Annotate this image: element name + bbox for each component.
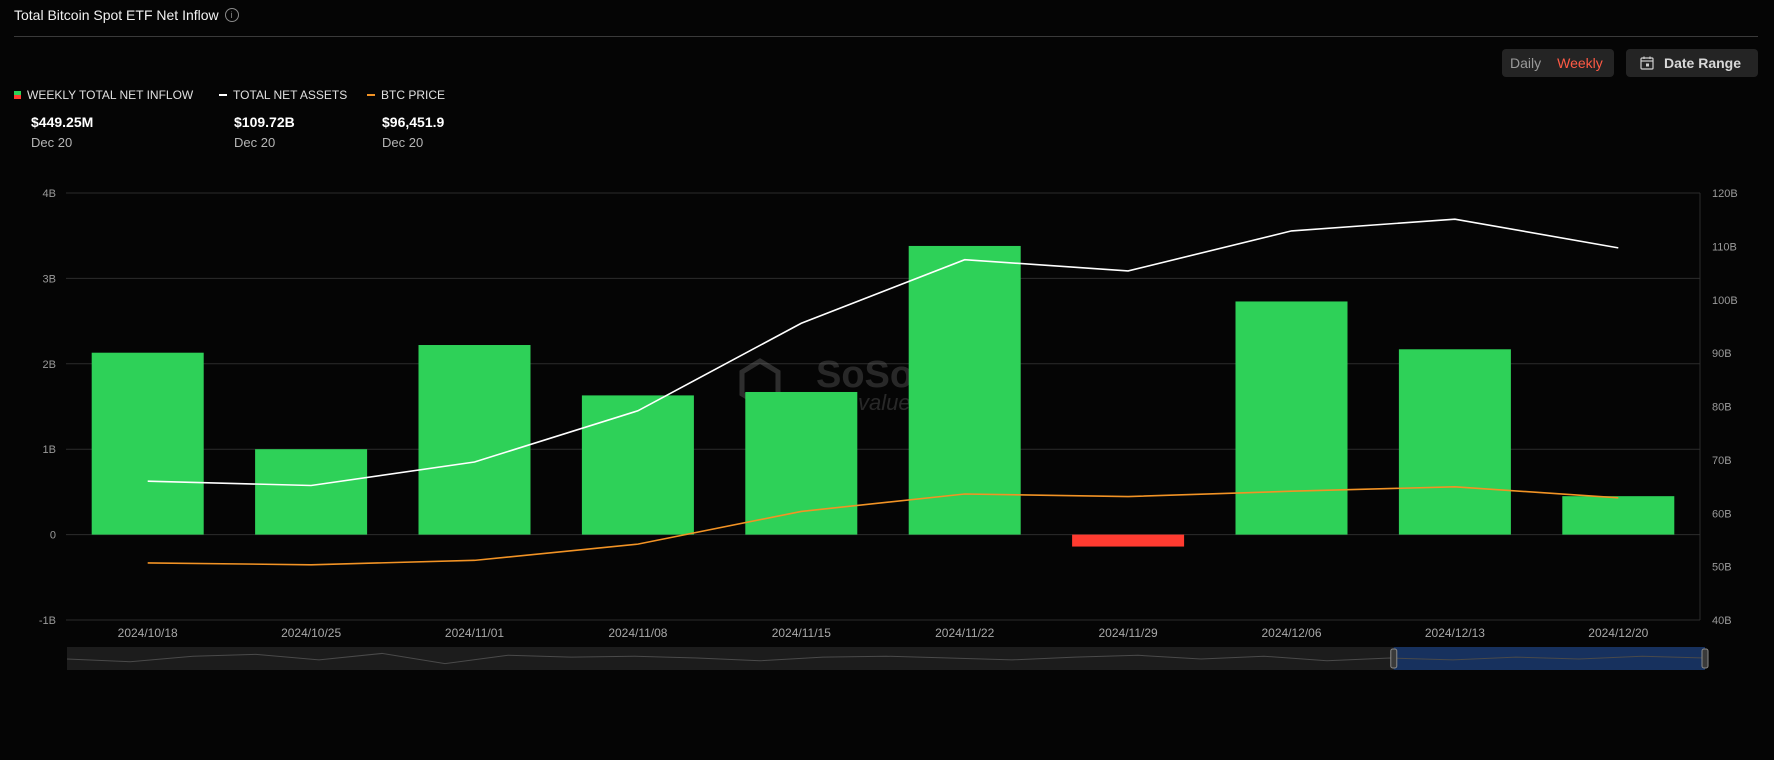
x-axis-tick: 2024/11/29 xyxy=(1099,626,1158,640)
right-axis-tick: 60B xyxy=(1712,508,1732,520)
x-axis-tick: 2024/11/08 xyxy=(608,626,667,640)
range-navigator[interactable] xyxy=(66,647,1709,670)
right-axis-tick: 80B xyxy=(1712,402,1732,414)
right-axis-tick: 120B xyxy=(1712,188,1738,200)
right-axis-tick: 70B xyxy=(1712,455,1732,467)
right-axis-tick: 110B xyxy=(1712,241,1737,253)
x-axis-tick: 2024/12/06 xyxy=(1261,626,1321,640)
net-inflow-bar xyxy=(255,449,368,535)
net-inflow-bar xyxy=(418,345,531,535)
x-axis-tick: 2024/11/01 xyxy=(445,626,504,640)
navigator-handle[interactable] xyxy=(1701,648,1709,669)
net-inflow-bar xyxy=(1398,349,1511,535)
left-axis: 4B 3B 2B 1B 0 -1B xyxy=(39,188,56,627)
left-axis-tick: 3B xyxy=(43,273,56,285)
net-inflow-bar xyxy=(1235,301,1348,535)
right-axis-tick: 40B xyxy=(1712,615,1732,627)
left-axis-tick: 1B xyxy=(43,444,56,456)
right-axis-tick: 100B xyxy=(1712,295,1738,307)
navigator-handle[interactable] xyxy=(1390,648,1398,669)
x-axis-tick: 2024/10/25 xyxy=(281,626,341,640)
x-axis-tick: 2024/11/15 xyxy=(772,626,831,640)
net-inflow-bar xyxy=(1562,496,1675,535)
net-inflow-bar xyxy=(1072,534,1185,547)
right-axis-tick: 50B xyxy=(1712,562,1732,574)
watermark-sub: value xyxy=(858,390,911,415)
right-axis-tick: 90B xyxy=(1712,348,1732,360)
net-inflow-bar xyxy=(745,391,858,535)
left-axis-tick: -1B xyxy=(39,615,56,627)
left-axis-tick: 0 xyxy=(50,530,56,542)
x-axis-tick: 2024/12/20 xyxy=(1588,626,1648,640)
total-net-assets-line xyxy=(147,218,1619,487)
x-axis-tick: 2024/11/22 xyxy=(935,626,994,640)
left-axis-tick: 4B xyxy=(43,188,56,200)
x-axis-tick: 2024/12/13 xyxy=(1425,626,1485,640)
left-axis-tick: 2B xyxy=(43,359,56,371)
right-axis: 120B 110B 100B 90B 80B 70B 60B 50B 40B xyxy=(1712,188,1738,627)
net-inflow-bar xyxy=(581,395,694,535)
btc-price-line xyxy=(147,486,1619,566)
net-inflow-bar xyxy=(91,352,204,535)
x-axis: 2024/10/18 2024/10/25 2024/11/01 2024/11/08… xyxy=(118,626,1649,640)
etf-flow-chart[interactable]: SoSoValue value 4B3B2B1B0-1B 120B110B100… xyxy=(0,0,1774,760)
net-inflow-bar xyxy=(908,245,1021,535)
x-axis-tick: 2024/10/18 xyxy=(118,626,178,640)
